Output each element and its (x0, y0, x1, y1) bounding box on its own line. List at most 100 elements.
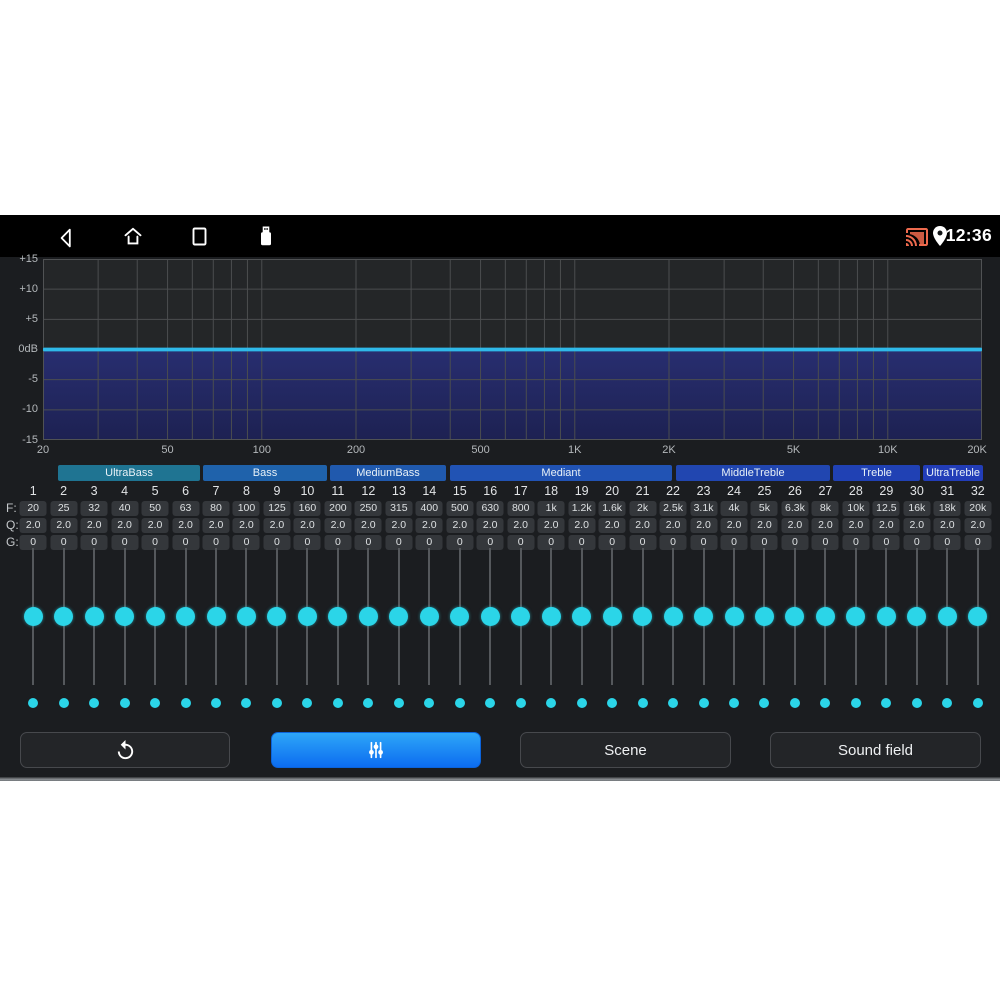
band-group-mediumbass[interactable]: MediumBass (330, 465, 446, 481)
band-frequency-value[interactable]: 1k (537, 501, 565, 516)
band-q-value[interactable]: 2.0 (324, 518, 352, 533)
band-group-ultrabass[interactable]: UltraBass (58, 465, 200, 481)
band-q-value[interactable]: 2.0 (750, 518, 778, 533)
band-slider-knob[interactable] (694, 607, 714, 626)
band-frequency-value[interactable]: 80 (202, 501, 230, 516)
band-slider-knob[interactable] (236, 607, 256, 626)
band-slider-knob[interactable] (754, 607, 774, 626)
band-frequency-value[interactable]: 125 (263, 501, 291, 516)
band-slider-knob[interactable] (968, 607, 988, 626)
band-group-middletreble[interactable]: MiddleTreble (676, 465, 830, 481)
band-q-value[interactable]: 2.0 (476, 518, 504, 533)
band-slider-knob[interactable] (480, 607, 500, 626)
band-frequency-value[interactable]: 3.1k (690, 501, 718, 516)
band-q-value[interactable]: 2.0 (568, 518, 596, 533)
band-frequency-value[interactable]: 63 (172, 501, 200, 516)
band-frequency-value[interactable]: 18k (933, 501, 961, 516)
band-q-value[interactable]: 2.0 (172, 518, 200, 533)
band-q-value[interactable]: 2.0 (720, 518, 748, 533)
band-group-mediant[interactable]: Mediant (450, 465, 672, 481)
band-q-value[interactable]: 2.0 (690, 518, 718, 533)
band-frequency-value[interactable]: 6.3k (781, 501, 809, 516)
band-slider-knob[interactable] (846, 607, 866, 626)
band-frequency-value[interactable]: 315 (385, 501, 413, 516)
band-frequency-value[interactable]: 20k (964, 501, 992, 516)
band-q-value[interactable]: 2.0 (507, 518, 535, 533)
band-frequency-value[interactable]: 250 (354, 501, 382, 516)
band-slider-knob[interactable] (419, 607, 439, 626)
band-frequency-value[interactable]: 800 (507, 501, 535, 516)
band-q-value[interactable]: 2.0 (80, 518, 108, 533)
band-slider-knob[interactable] (602, 607, 622, 626)
band-frequency-value[interactable]: 1.2k (568, 501, 596, 516)
band-q-value[interactable]: 2.0 (842, 518, 870, 533)
band-slider-knob[interactable] (724, 607, 744, 626)
band-q-value[interactable]: 2.0 (598, 518, 626, 533)
band-group-bass[interactable]: Bass (203, 465, 327, 481)
band-frequency-value[interactable]: 10k (842, 501, 870, 516)
band-frequency-value[interactable]: 4k (720, 501, 748, 516)
band-q-value[interactable]: 2.0 (19, 518, 47, 533)
band-frequency-value[interactable]: 50 (141, 501, 169, 516)
band-group-treble[interactable]: Treble (833, 465, 920, 481)
back-icon[interactable] (54, 224, 78, 248)
home-icon[interactable] (121, 224, 145, 248)
band-slider-knob[interactable] (115, 607, 135, 626)
band-frequency-value[interactable]: 1.6k (598, 501, 626, 516)
band-slider-knob[interactable] (328, 607, 348, 626)
band-frequency-value[interactable]: 40 (111, 501, 139, 516)
band-slider-knob[interactable] (785, 607, 805, 626)
band-slider-knob[interactable] (54, 607, 74, 626)
band-q-value[interactable]: 2.0 (811, 518, 839, 533)
reset-button[interactable] (20, 732, 230, 768)
band-q-value[interactable]: 2.0 (903, 518, 931, 533)
band-frequency-value[interactable]: 100 (232, 501, 260, 516)
band-q-value[interactable]: 2.0 (232, 518, 260, 533)
band-q-value[interactable]: 2.0 (50, 518, 78, 533)
band-frequency-value[interactable]: 630 (476, 501, 504, 516)
band-q-value[interactable]: 2.0 (354, 518, 382, 533)
band-q-value[interactable]: 2.0 (872, 518, 900, 533)
band-slider-knob[interactable] (815, 607, 835, 626)
band-frequency-value[interactable]: 20 (19, 501, 47, 516)
band-frequency-value[interactable]: 12.5 (872, 501, 900, 516)
band-frequency-value[interactable]: 2k (629, 501, 657, 516)
band-frequency-value[interactable]: 500 (446, 501, 474, 516)
band-frequency-value[interactable]: 8k (811, 501, 839, 516)
band-q-value[interactable]: 2.0 (446, 518, 474, 533)
band-frequency-value[interactable]: 2.5k (659, 501, 687, 516)
band-q-value[interactable]: 2.0 (293, 518, 321, 533)
band-slider-knob[interactable] (511, 607, 531, 626)
band-q-value[interactable]: 2.0 (629, 518, 657, 533)
band-q-value[interactable]: 2.0 (202, 518, 230, 533)
band-slider-knob[interactable] (572, 607, 592, 626)
recents-icon[interactable] (187, 224, 211, 248)
band-slider-knob[interactable] (450, 607, 470, 626)
band-slider-knob[interactable] (937, 607, 957, 626)
band-slider-knob[interactable] (84, 607, 104, 626)
band-slider-knob[interactable] (907, 607, 927, 626)
band-slider-knob[interactable] (358, 607, 378, 626)
band-frequency-value[interactable]: 400 (415, 501, 443, 516)
band-q-value[interactable]: 2.0 (263, 518, 291, 533)
band-slider-knob[interactable] (267, 607, 287, 626)
band-q-value[interactable]: 2.0 (111, 518, 139, 533)
band-q-value[interactable]: 2.0 (385, 518, 413, 533)
eq-button[interactable] (271, 732, 481, 768)
band-frequency-value[interactable]: 160 (293, 501, 321, 516)
sound-field-button[interactable]: Sound field (770, 732, 981, 768)
band-slider-knob[interactable] (176, 607, 196, 626)
band-slider-knob[interactable] (145, 607, 165, 626)
band-slider-knob[interactable] (23, 607, 43, 626)
band-slider-knob[interactable] (663, 607, 683, 626)
band-frequency-value[interactable]: 25 (50, 501, 78, 516)
band-q-value[interactable]: 2.0 (537, 518, 565, 533)
band-slider-knob[interactable] (541, 607, 561, 626)
band-frequency-value[interactable]: 200 (324, 501, 352, 516)
band-frequency-value[interactable]: 5k (750, 501, 778, 516)
band-q-value[interactable]: 2.0 (141, 518, 169, 533)
band-q-value[interactable]: 2.0 (415, 518, 443, 533)
band-frequency-value[interactable]: 16k (903, 501, 931, 516)
band-slider-knob[interactable] (633, 607, 653, 626)
band-q-value[interactable]: 2.0 (964, 518, 992, 533)
